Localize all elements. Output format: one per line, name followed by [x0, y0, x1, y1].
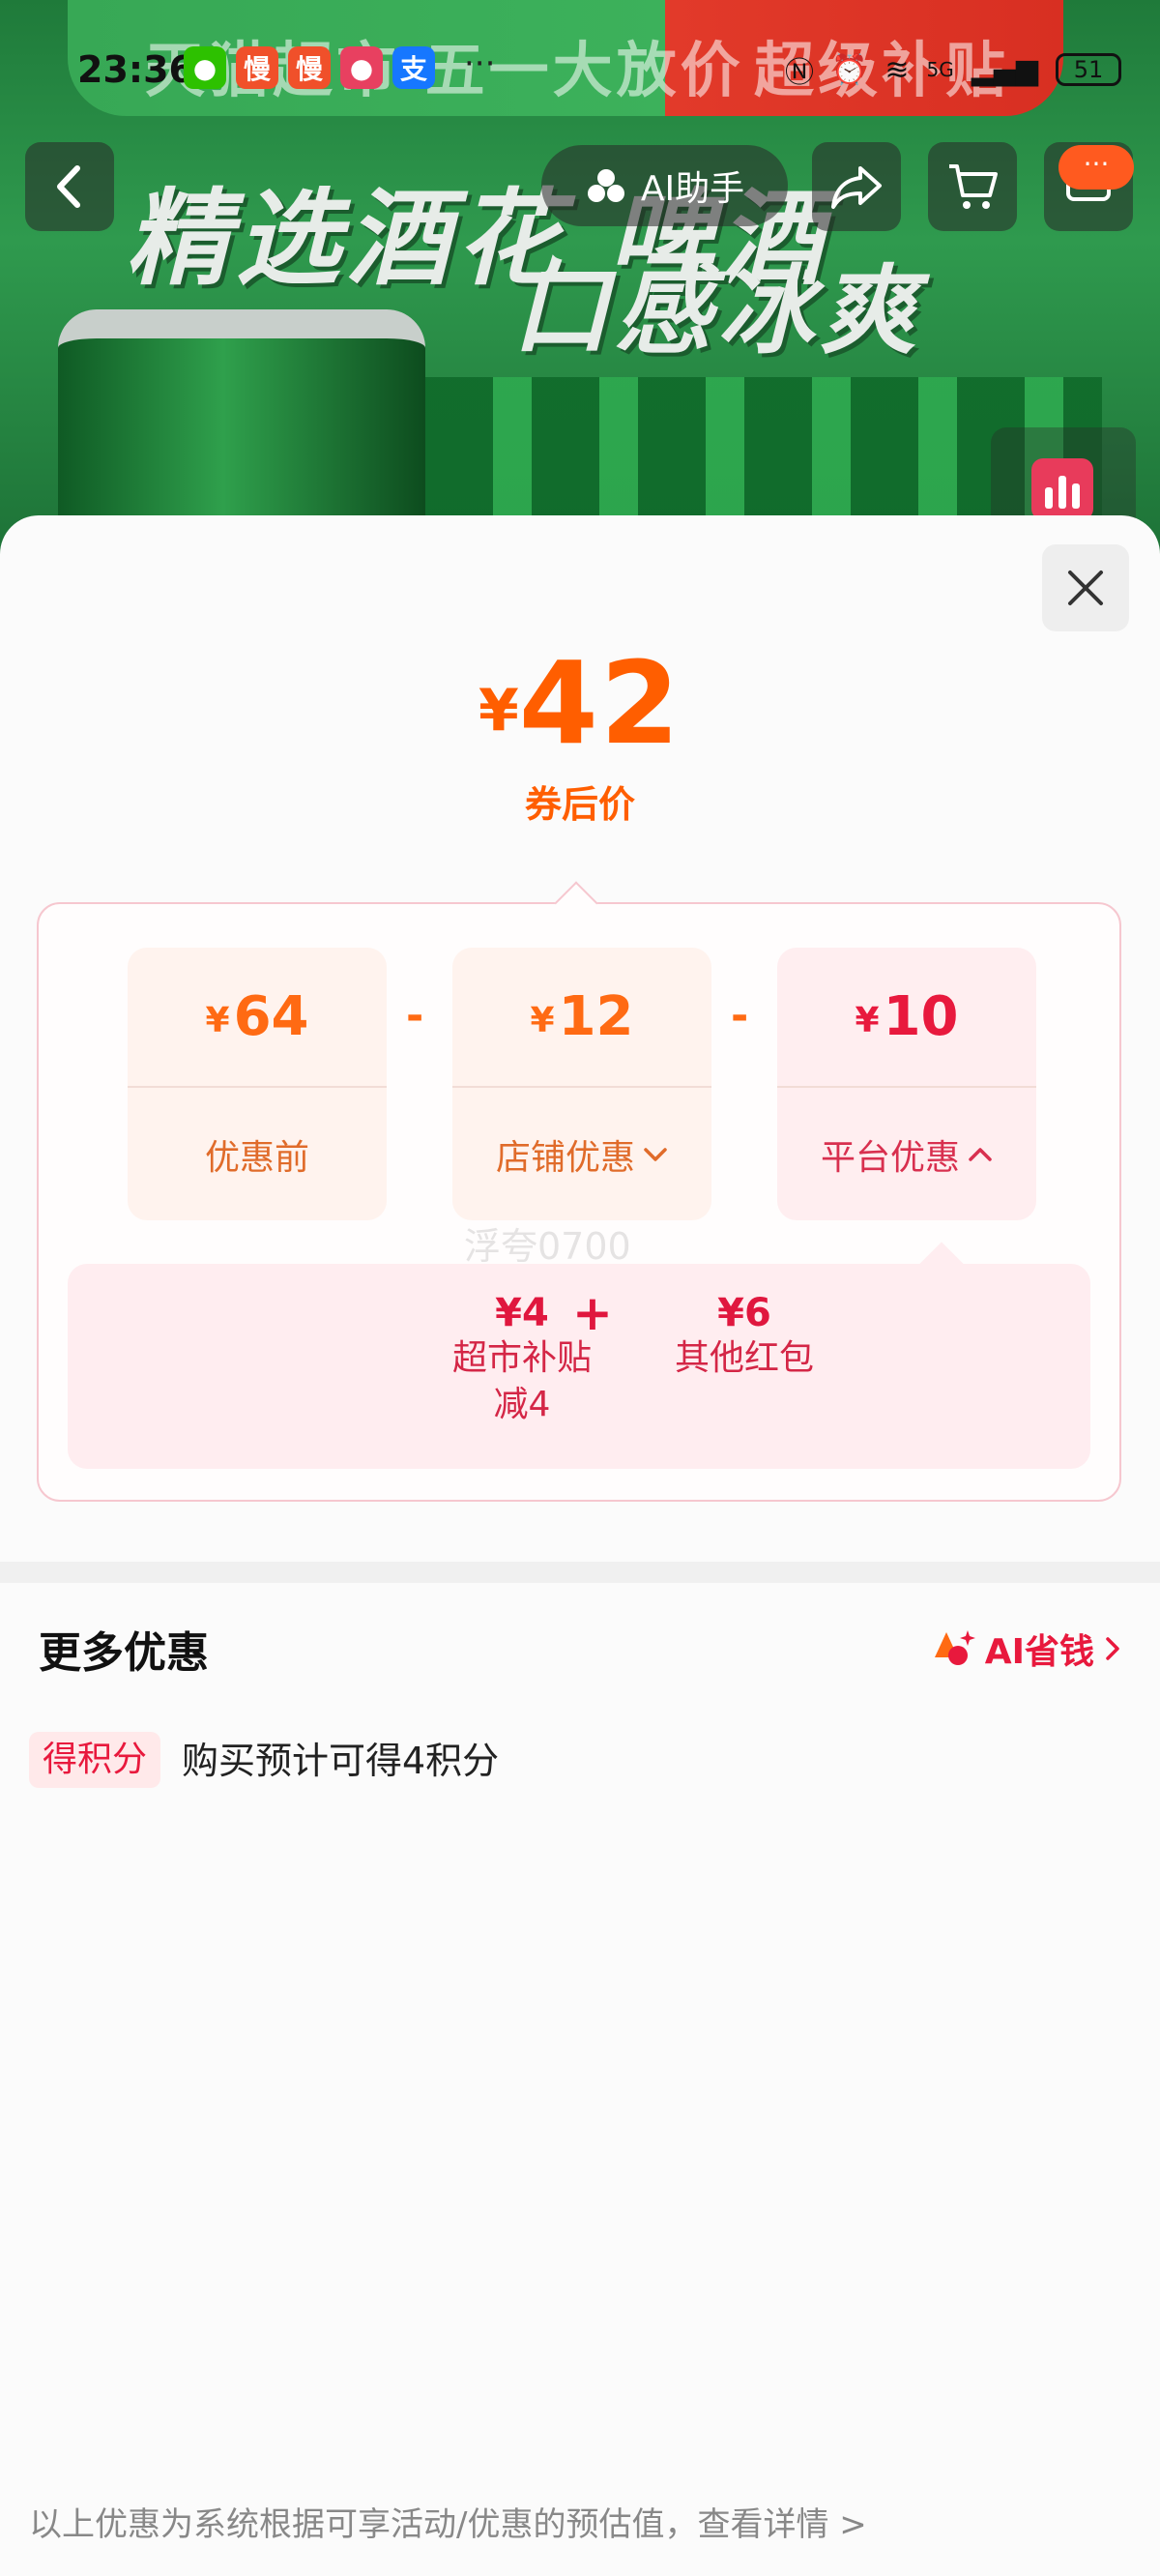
card-label: 店铺优惠 — [452, 1088, 711, 1220]
status-time: 23:36 — [77, 48, 194, 91]
card-label-text: 店铺优惠 — [495, 1137, 635, 1178]
card-label-text: 平台优惠 — [820, 1137, 960, 1178]
more-offers-title: 更多优惠 — [39, 1628, 209, 1678]
close-button[interactable] — [1042, 544, 1129, 631]
notification-icons: ● 慢 慢 ● 支 — [184, 46, 435, 89]
wifi-icon: ≋ — [884, 52, 910, 87]
card-amount: ¥64 — [128, 948, 387, 1088]
platform-discount-details: ¥4 超市补贴 减4 + ¥6 其他红包 — [68, 1242, 1090, 1469]
ai-save-link[interactable]: AI省钱 — [931, 1624, 1121, 1674]
red-packet-value: ¥6 — [717, 1291, 771, 1335]
share-icon — [831, 166, 882, 209]
status-bar: 23:36 ● 慢 慢 ● 支 ··· Ⓝ ⏰ ≋ 5G ▂▄▆ 51 — [0, 39, 1160, 106]
plus-sign: + — [572, 1285, 613, 1341]
points-description: 购买预计可得4积分 — [182, 1740, 500, 1782]
card-label: 优惠前 — [128, 1088, 387, 1220]
network-label: 5G — [926, 58, 954, 81]
man-app-icon: 慢 — [288, 46, 331, 89]
card-amount-value: 10 — [883, 985, 959, 1048]
man-app-icon: 慢 — [236, 46, 278, 89]
final-price-label: 券后价 — [524, 783, 635, 826]
details-pointer — [919, 1242, 964, 1286]
chevron-down-icon — [644, 1147, 667, 1161]
price-breakdown: ¥64 优惠前 - ¥12 店铺优惠 - ¥10 平台优惠 ¥4 超市补贴 减4… — [37, 881, 1121, 1502]
cart-button[interactable] — [928, 142, 1017, 231]
close-icon — [1068, 571, 1103, 605]
more-notifications: ··· — [464, 44, 496, 83]
bar-chart-icon — [1031, 458, 1093, 520]
activity-app-icon: ● — [340, 46, 383, 89]
wechat-icon: ● — [184, 46, 226, 89]
estimate-disclaimer-link[interactable]: 以上优惠为系统根据可享活动/优惠的预估值，查看详情 > — [29, 2498, 867, 2545]
breakdown-pointer — [554, 881, 598, 925]
points-tag: 得积分 — [29, 1732, 161, 1788]
battery-icon: 51 — [1056, 53, 1121, 86]
nfc-icon: Ⓝ — [785, 56, 815, 90]
back-arrow-icon — [57, 165, 80, 208]
message-badge: ··· — [1058, 145, 1134, 190]
status-right: Ⓝ ⏰ ≋ 5G ▂▄▆ 51 — [785, 48, 1121, 91]
card-label: 平台优惠 — [777, 1088, 1036, 1220]
share-button[interactable] — [812, 142, 901, 231]
subsidy-title: 超市补贴 — [451, 1338, 592, 1378]
watermark: 浮夸0700 — [464, 1225, 631, 1268]
red-packet-title: 其他红包 — [674, 1338, 814, 1378]
card-currency: ¥ — [855, 1001, 880, 1040]
signal-icon: ▂▄▆ — [971, 52, 1038, 87]
alipay-icon: 支 — [392, 46, 435, 89]
minus-sign: - — [406, 991, 424, 1040]
subsidy-detail: 减4 — [493, 1385, 551, 1424]
cart-icon — [949, 164, 998, 209]
store-discount-card[interactable]: ¥12 店铺优惠 — [452, 948, 711, 1220]
section-divider — [0, 1562, 1160, 1583]
price-value: 42 — [518, 636, 682, 770]
alarm-icon: ⏰ — [831, 52, 868, 87]
original-price-card: ¥64 优惠前 — [128, 948, 387, 1220]
banner-headline-2: 口感冰爽 — [512, 254, 922, 367]
ai-assistant-label: AI助手 — [640, 169, 745, 209]
ai-save-icon — [934, 1630, 975, 1665]
back-button[interactable] — [25, 142, 114, 231]
ai-assistant-icon — [587, 169, 624, 202]
chevron-right-icon — [1106, 1637, 1119, 1660]
chevron-up-icon — [969, 1147, 992, 1161]
minus-sign: - — [731, 991, 749, 1040]
card-label-text: 优惠前 — [204, 1137, 309, 1178]
ai-assistant-button[interactable]: AI助手 — [541, 145, 788, 226]
card-amount: ¥12 — [452, 948, 711, 1088]
price-detail-sheet: ¥42 券后价 ¥64 优惠前 - ¥12 店铺优惠 - ¥ 10 平台优惠 ¥… — [0, 515, 1160, 2576]
card-currency: ¥ — [205, 1001, 230, 1040]
card-amount: ¥10 — [777, 948, 1036, 1088]
price-currency: ¥ — [478, 677, 519, 745]
card-currency: ¥ — [530, 1001, 555, 1040]
platform-discount-card[interactable]: ¥10 平台优惠 — [777, 948, 1036, 1220]
final-price: ¥42 — [0, 636, 1160, 770]
ai-save-label: AI省钱 — [984, 1632, 1094, 1672]
other-red-packet: ¥6 其他红包 — [628, 1291, 860, 1382]
card-amount-value: 64 — [233, 985, 309, 1048]
card-amount-value: 12 — [558, 985, 634, 1048]
